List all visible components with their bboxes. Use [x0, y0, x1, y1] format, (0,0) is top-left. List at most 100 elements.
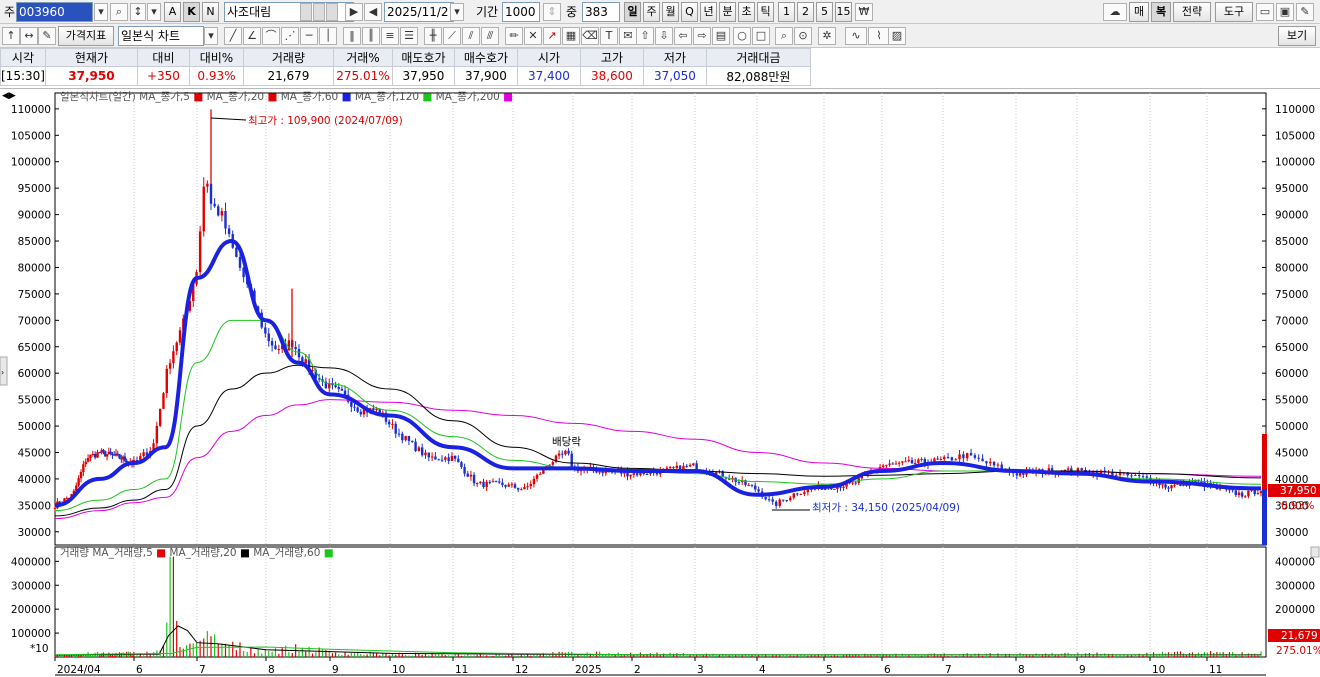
chart-type-select[interactable]: 일본식 차트: [118, 26, 204, 46]
wave-icon[interactable]: ∿: [845, 27, 867, 45]
multi-chart-button[interactable]: 복: [1151, 2, 1171, 22]
market-a-button[interactable]: A: [164, 2, 181, 22]
cross-icon[interactable]: ✕: [524, 27, 542, 45]
zoom-reset-icon[interactable]: ⊙: [794, 27, 812, 45]
period-input[interactable]: 1000: [502, 2, 540, 22]
candle-body: [904, 461, 907, 463]
pencil-icon[interactable]: ✏: [505, 27, 523, 45]
arrow-draw-icon[interactable]: ↗: [543, 27, 561, 45]
candle-body: [444, 457, 447, 460]
open-folder-icon[interactable]: ▭: [1256, 3, 1274, 21]
interval-1-button[interactable]: 1: [778, 2, 795, 22]
code-dropdown-icon[interactable]: ▾: [94, 3, 108, 21]
prev-arrow-icon[interactable]: ◀: [364, 3, 382, 21]
market-k-button[interactable]: K: [183, 2, 200, 22]
up-arrow-tool-icon[interactable]: ⇧: [636, 27, 654, 45]
chart-type-dropdown-icon[interactable]: ▾: [204, 27, 218, 45]
side-panel-arrow-icon[interactable]: ›: [1, 368, 4, 377]
left-arrow-tool-icon[interactable]: ⇦: [674, 27, 692, 45]
zigzag-icon[interactable]: ⌇: [868, 27, 890, 45]
horizontal-line-icon[interactable]: ─: [300, 27, 318, 45]
candle-body: [561, 453, 564, 455]
rectangle-tool-icon[interactable]: □: [752, 27, 770, 45]
parallel-icon[interactable]: ⫻: [481, 27, 499, 45]
date-field[interactable]: 2025/11/21: [384, 2, 454, 22]
period-year-button[interactable]: 년: [700, 2, 717, 22]
period-week-button[interactable]: 주: [643, 2, 660, 22]
interval-5-button[interactable]: 5: [816, 2, 833, 22]
vertical-line-icon[interactable]: │: [319, 27, 337, 45]
list-dropdown-icon[interactable]: ▾: [147, 3, 161, 21]
candle-body: [1256, 493, 1260, 495]
circle-tool-icon[interactable]: ○: [733, 27, 751, 45]
fan-line-icon[interactable]: ⋰: [281, 27, 299, 45]
price-indicator-button[interactable]: 가격지표: [58, 26, 114, 46]
note-icon[interactable]: ✉: [619, 27, 637, 45]
fibo-retrace-icon[interactable]: ≡: [381, 27, 399, 45]
wrench-icon[interactable]: ✎: [1296, 3, 1314, 21]
trendline-icon[interactable]: ╱: [224, 27, 242, 45]
right-arrow-tool-icon[interactable]: ⇨: [693, 27, 711, 45]
next-arrow-icon[interactable]: ▶: [345, 3, 363, 21]
collapse-arrows-icon[interactable]: ◀▶: [2, 91, 16, 101]
search-icon[interactable]: ⌕: [110, 3, 128, 21]
candle-body: [885, 464, 888, 466]
price-chart[interactable]: ◀▶ › 30000 3000035000 3500040000 4000045000…: [0, 89, 1320, 677]
candle-body: [1145, 476, 1149, 478]
price-tick-label-right: 80000: [1275, 262, 1308, 274]
candle-body: [86, 458, 90, 462]
candle-body: [482, 481, 485, 488]
candle-body: [958, 454, 961, 460]
date-tick-label: 10: [392, 664, 405, 676]
candle-body: [1228, 489, 1231, 491]
interval-15-button[interactable]: 15: [835, 2, 852, 22]
period-spin-icon[interactable]: ⇕: [543, 3, 561, 21]
stock-code-input[interactable]: 003960: [16, 2, 93, 22]
interval-menu-icon[interactable]: ₩: [855, 3, 873, 21]
candle-body: [936, 458, 939, 460]
color-palette-icon[interactable]: ▦: [562, 27, 580, 45]
candle-body: [217, 206, 220, 216]
strategy-button[interactable]: 전략: [1173, 2, 1211, 22]
period-tick-button[interactable]: 틱: [757, 2, 774, 22]
settings-bug-icon[interactable]: ✲: [818, 27, 836, 45]
save-icon[interactable]: ▣: [1276, 3, 1294, 21]
interval-2-button[interactable]: 2: [797, 2, 814, 22]
cloud-icon[interactable]: ☁: [1103, 3, 1127, 21]
quote-header: 고가: [579, 48, 644, 67]
gann-time-icon[interactable]: ║: [362, 27, 380, 45]
edit-icon[interactable]: ✎: [38, 27, 56, 45]
image-export-icon[interactable]: ▨: [888, 27, 906, 45]
period-month-button[interactable]: 월: [662, 2, 679, 22]
clipboard-icon[interactable]: ▤: [712, 27, 730, 45]
high-annotation: 최고가 : 109,900 (2024/07/09): [248, 115, 403, 127]
up-arrow-icon[interactable]: ↑: [2, 27, 20, 45]
candle-body: [992, 461, 996, 466]
current-change-text: 0.93%: [1281, 500, 1314, 512]
period-quarter-button[interactable]: Q: [681, 2, 698, 22]
zoom-icon[interactable]: ⌕: [775, 27, 793, 45]
single-chart-button[interactable]: 매: [1129, 2, 1149, 22]
fibo-time-icon[interactable]: ‖: [343, 27, 361, 45]
gann-fan-icon[interactable]: ⟋: [443, 27, 461, 45]
period-minute-button[interactable]: 분: [719, 2, 736, 22]
candle-body: [688, 465, 692, 467]
period-day-button[interactable]: 일: [624, 2, 641, 22]
period-split-icon[interactable]: ╫: [424, 27, 442, 45]
arc-icon[interactable]: ⌒: [262, 27, 280, 45]
speed-line-icon[interactable]: ☰: [400, 27, 418, 45]
date-dropdown-icon[interactable]: ▾: [450, 3, 464, 21]
sort-icon[interactable]: ↕: [130, 3, 146, 21]
tools-button[interactable]: 도구: [1215, 2, 1253, 22]
down-arrow-tool-icon[interactable]: ⇩: [655, 27, 673, 45]
candle-body: [851, 482, 854, 484]
text-tool-icon[interactable]: T: [600, 27, 618, 45]
eraser-icon[interactable]: ⌫: [581, 27, 599, 45]
count-input[interactable]: 383: [582, 2, 620, 22]
view-button[interactable]: 보기: [1278, 26, 1316, 46]
market-n-button[interactable]: N: [202, 2, 219, 22]
period-second-button[interactable]: 초: [738, 2, 755, 22]
angle-line-icon[interactable]: ∠: [243, 27, 261, 45]
horizontal-arrows-icon[interactable]: ↔: [20, 27, 38, 45]
channel-icon[interactable]: ⫽: [462, 27, 480, 45]
